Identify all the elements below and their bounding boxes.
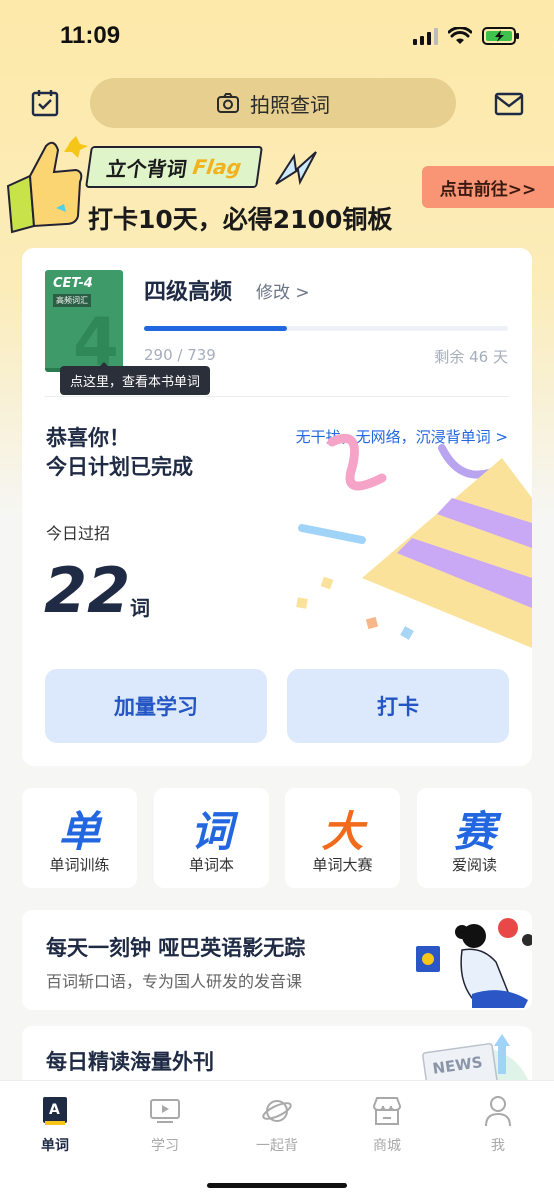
thumbs-up-illustration	[6, 136, 88, 234]
congrats-message: 恭喜你！ 今日计划已完成	[46, 424, 193, 482]
tab-label: 学习	[151, 1138, 179, 1154]
person-illustration	[416, 918, 532, 1008]
big-glyph-icon: 大	[321, 807, 364, 856]
store-icon	[332, 1093, 442, 1129]
video-icon	[110, 1093, 220, 1129]
add-study-button[interactable]: 加量学习	[45, 669, 267, 743]
progress-count: 290 / 739	[144, 346, 216, 364]
vocab-glyph-icon: 词	[190, 807, 233, 856]
today-count: 22	[44, 554, 131, 627]
photo-search-label: 拍照查词	[250, 92, 330, 117]
today-label: 今日过招	[46, 524, 111, 543]
home-indicator	[207, 1183, 347, 1188]
promo-subtitle: 百词斩口语，专为国人研发的发音课	[46, 972, 303, 991]
wifi-icon	[448, 27, 472, 44]
tab-together[interactable]: 一起背	[222, 1093, 332, 1155]
planet-icon	[222, 1093, 332, 1129]
book-cover-title: CET-4	[53, 276, 93, 291]
tile-word-training[interactable]: 单 单词训练	[22, 788, 137, 888]
lightning-icon	[275, 151, 317, 186]
flag-prefix: 立个背词	[104, 156, 189, 181]
battery-charging-icon	[482, 27, 519, 45]
photo-search-button[interactable]: 拍照查词	[90, 78, 456, 128]
tab-label: 我	[491, 1138, 505, 1154]
tab-store[interactable]: 商城	[332, 1093, 442, 1155]
book-cover[interactable]: CET-4 高频词汇 4	[45, 270, 123, 381]
days-remaining: 剩余 46 天	[434, 348, 508, 366]
promo-speaking-card[interactable]: 每天一刻钟 哑巴英语影无踪 百词斩口语，专为国人研发的发音课	[22, 910, 532, 1010]
status-time: 11:09	[60, 22, 121, 49]
status-icons	[413, 26, 520, 46]
tab-me[interactable]: 我	[443, 1093, 553, 1155]
congrats-line1: 恭喜你！	[46, 426, 130, 450]
tile-label: 爱阅读	[451, 856, 497, 874]
party-popper-illustration	[296, 433, 532, 648]
congrats-line2: 今日计划已完成	[46, 455, 193, 479]
book-title: 四级高频	[144, 280, 233, 305]
word-glyph-icon: 单	[58, 807, 101, 856]
tab-words[interactable]: A 单词	[0, 1093, 110, 1155]
book-a-icon: A	[0, 1093, 110, 1129]
book-tooltip[interactable]: 点这里，查看本书单词	[60, 362, 211, 395]
camera-icon	[217, 93, 239, 113]
banner-subtitle: 打卡10天，必得2100铜板	[88, 205, 393, 234]
divider	[44, 396, 510, 397]
tile-label: 单词大赛	[312, 856, 373, 874]
book-progress-fill	[144, 326, 287, 331]
tile-word-contest[interactable]: 大 单词大赛	[285, 788, 400, 888]
tab-label: 一起背	[256, 1138, 298, 1154]
flag-word: Flag	[191, 155, 243, 179]
checkin-button[interactable]: 打卡	[287, 669, 509, 743]
tab-label: 商城	[373, 1138, 401, 1154]
tile-wordbook[interactable]: 词 单词本	[154, 788, 269, 888]
bottom-tab-bar: A 单词 学习 一起背 商城 我	[0, 1080, 554, 1199]
tab-label: 单词	[41, 1138, 69, 1154]
study-plan-card: CET-4 高频词汇 4 四级高频 修改 > 290 / 739 剩余 46 天…	[22, 248, 532, 766]
svg-text:A: A	[49, 1102, 60, 1118]
person-icon	[443, 1093, 553, 1129]
tile-label: 单词本	[188, 856, 234, 874]
promo-title: 每日精读海量外刊	[46, 1050, 214, 1074]
tab-study[interactable]: 学习	[110, 1093, 220, 1155]
flag-challenge-title: 立个背词 Flag	[85, 146, 263, 188]
mail-icon[interactable]	[494, 92, 524, 116]
edit-book-link[interactable]: 修改 >	[256, 278, 310, 303]
today-unit: 词	[130, 596, 150, 620]
tile-label: 单词训练	[49, 856, 110, 874]
book-progress-bar	[144, 326, 508, 331]
contest-glyph-icon: 赛	[453, 807, 496, 856]
cellular-signal-icon	[413, 27, 438, 45]
calendar-check-icon[interactable]	[30, 88, 60, 118]
tile-reading[interactable]: 赛 爱阅读	[417, 788, 532, 888]
promo-title: 每天一刻钟 哑巴英语影无踪	[46, 936, 306, 960]
banner-go-button[interactable]: 点击前往>>	[422, 166, 554, 208]
